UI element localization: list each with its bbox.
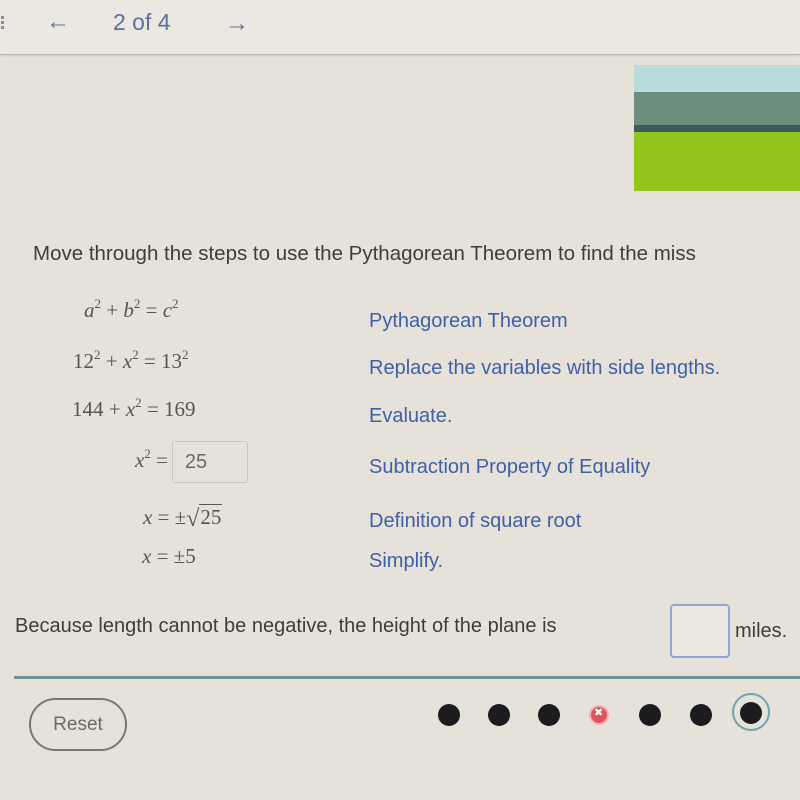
progress-dots xyxy=(0,690,800,750)
top-nav-bar: ← 2 of 4 → xyxy=(0,0,800,55)
progress-dot-3[interactable] xyxy=(538,704,560,726)
step-reason-6: Simplify. xyxy=(369,550,444,572)
step-equation-1: a2 + b2 = c2 xyxy=(84,296,179,322)
scene-grass xyxy=(634,132,800,191)
conclusion-text: Because length cannot be negative, the h… xyxy=(15,615,557,637)
divider xyxy=(14,676,800,679)
step-reason-3: Evaluate. xyxy=(369,405,453,427)
progress-dot-5[interactable] xyxy=(639,704,661,726)
step-equation-3: 144 + x2 = 169 xyxy=(72,395,196,421)
progress-dot-1[interactable] xyxy=(438,704,460,726)
progress-dot-4-incorrect[interactable] xyxy=(589,705,609,725)
step-equation-5: x = ±√25 xyxy=(143,504,223,532)
arrow-left-icon[interactable]: ← xyxy=(46,8,70,36)
step-equation-2: 122 + x2 = 132 xyxy=(73,347,189,373)
step-reason-1: Pythagorean Theorem xyxy=(369,310,568,332)
scene-image xyxy=(634,65,800,191)
progress-dot-2[interactable] xyxy=(488,704,510,726)
step-reason-5: Definition of square root xyxy=(369,510,582,532)
scene-sky xyxy=(634,65,800,92)
progress-dot-7-current[interactable] xyxy=(740,702,762,724)
step-equation-4: x2 = 25 xyxy=(135,441,248,483)
scene-road xyxy=(634,125,800,132)
vertical-dots-icon[interactable] xyxy=(1,16,5,31)
step-reason-4: Subtraction Property of Equality xyxy=(369,456,651,478)
question-prompt: Move through the steps to use the Pythag… xyxy=(33,242,696,265)
arrow-right-icon[interactable]: → xyxy=(225,10,249,38)
height-answer-input[interactable] xyxy=(670,604,730,658)
scene-hill xyxy=(634,92,800,125)
unit-label: miles. xyxy=(735,620,788,642)
square-root-expression: √25 xyxy=(186,504,223,532)
page: ← 2 of 4 → Move through the steps to use… xyxy=(0,0,800,800)
page-position-label: 2 of 4 xyxy=(113,9,171,35)
step-equation-6: x = ±5 xyxy=(142,544,196,568)
step-reason-2: Replace the variables with side lengths. xyxy=(369,357,721,379)
step-answer-box[interactable]: 25 xyxy=(171,441,248,483)
progress-dot-6[interactable] xyxy=(690,704,712,726)
